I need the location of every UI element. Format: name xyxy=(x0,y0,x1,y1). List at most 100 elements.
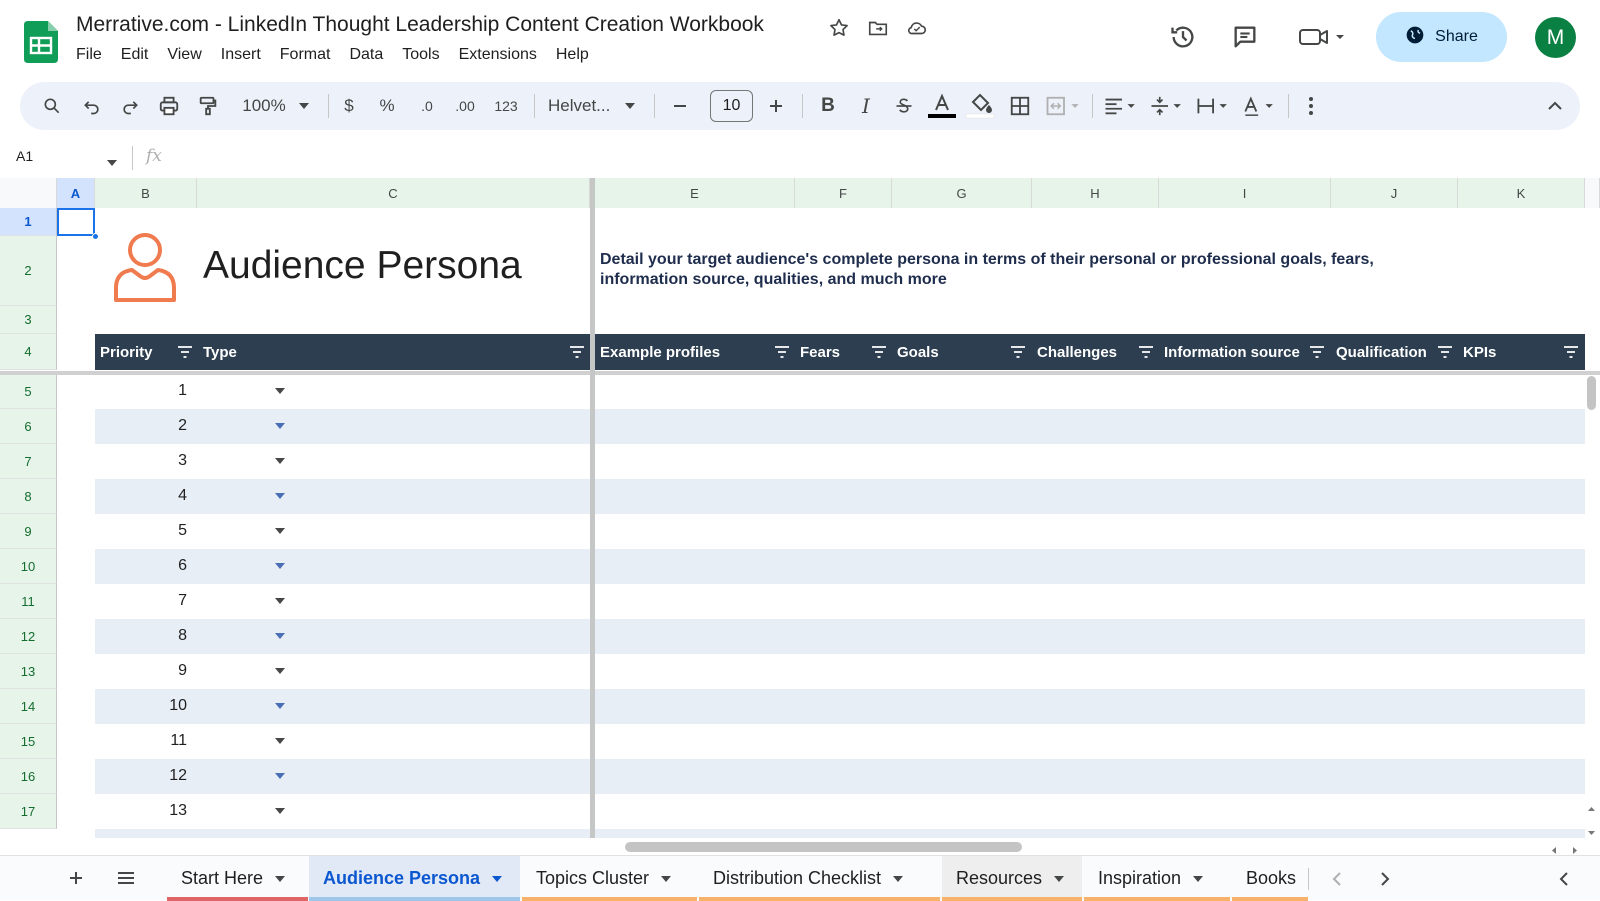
menu-help[interactable]: Help xyxy=(556,46,599,64)
dropdown-arrow-icon[interactable] xyxy=(275,493,285,499)
fill-handle[interactable] xyxy=(92,233,99,240)
document-title[interactable]: Merrative.com - LinkedIn Thought Leaders… xyxy=(76,13,764,37)
star-icon[interactable] xyxy=(826,15,852,41)
filter-icon[interactable] xyxy=(569,345,585,359)
horizontal-scrollbar[interactable] xyxy=(625,842,1022,852)
table-row[interactable]: 13 xyxy=(95,794,1585,829)
sheets-logo-icon[interactable] xyxy=(24,21,58,63)
table-row[interactable] xyxy=(95,829,1585,838)
row-header[interactable]: 7 xyxy=(0,444,57,479)
format-percent-button[interactable]: % xyxy=(372,82,402,130)
column-header-f[interactable]: F xyxy=(795,178,892,208)
filter-icon[interactable] xyxy=(1563,345,1579,359)
tab-start-here[interactable]: Start Here xyxy=(167,856,308,901)
row-header[interactable]: 1 xyxy=(0,208,57,236)
row-header[interactable]: 10 xyxy=(0,549,57,584)
formula-input[interactable] xyxy=(175,142,1575,174)
tab-menu-icon[interactable] xyxy=(492,875,503,882)
menu-extensions[interactable]: Extensions xyxy=(459,46,547,64)
row-header[interactable]: 13 xyxy=(0,654,57,689)
decrease-decimal-button[interactable]: .0 xyxy=(410,82,444,130)
borders-icon[interactable] xyxy=(1002,82,1038,130)
filter-icon[interactable] xyxy=(871,345,887,359)
menu-file[interactable]: File xyxy=(76,46,112,64)
dropdown-arrow-icon[interactable] xyxy=(275,423,285,429)
dropdown-arrow-icon[interactable] xyxy=(275,633,285,639)
collapse-side-panel-icon[interactable] xyxy=(1553,868,1575,890)
filter-icon[interactable] xyxy=(1138,345,1154,359)
decrease-font-size-icon[interactable] xyxy=(662,82,698,130)
dropdown-arrow-icon[interactable] xyxy=(275,563,285,569)
row-header[interactable]: 2 xyxy=(0,236,57,306)
text-wrapping-icon[interactable] xyxy=(1192,82,1236,130)
row-header[interactable]: 3 xyxy=(0,306,57,334)
name-box-dropdown-icon[interactable] xyxy=(106,154,118,172)
dropdown-arrow-icon[interactable] xyxy=(275,808,285,814)
filter-icon[interactable] xyxy=(774,345,790,359)
table-row[interactable]: 1 xyxy=(95,374,1585,409)
merge-cells-icon[interactable] xyxy=(1042,82,1086,130)
row-header[interactable]: 15 xyxy=(0,724,57,759)
bold-button[interactable]: B xyxy=(810,82,846,130)
row-header[interactable]: 12 xyxy=(0,619,57,654)
frozen-columns-divider[interactable] xyxy=(590,178,595,838)
row-header[interactable]: 14 xyxy=(0,689,57,724)
vertical-align-icon[interactable] xyxy=(1146,82,1190,130)
font-select[interactable]: Helvet... xyxy=(542,82,614,130)
share-button[interactable]: Share xyxy=(1376,12,1507,62)
move-folder-icon[interactable] xyxy=(865,15,891,41)
dropdown-arrow-icon[interactable] xyxy=(275,458,285,464)
search-menus-icon[interactable] xyxy=(34,82,70,130)
table-row[interactable]: 2 xyxy=(95,409,1585,444)
row-header[interactable]: 17 xyxy=(0,794,57,829)
dropdown-arrow-icon[interactable] xyxy=(275,703,285,709)
font-size-input[interactable]: 10 xyxy=(710,90,753,122)
meet-video-icon[interactable] xyxy=(1298,22,1348,52)
text-color-icon[interactable] xyxy=(924,82,960,130)
dropdown-arrow-icon[interactable] xyxy=(275,773,285,779)
vertical-scrollbar[interactable] xyxy=(1587,376,1596,410)
print-icon[interactable] xyxy=(151,82,187,130)
avatar[interactable]: M xyxy=(1535,17,1576,58)
dropdown-arrow-icon[interactable] xyxy=(275,668,285,674)
scroll-down-icon[interactable] xyxy=(1587,824,1596,842)
tab-inspiration[interactable]: Inspiration xyxy=(1084,856,1230,901)
format-currency-button[interactable]: $ xyxy=(334,82,364,130)
add-sheet-icon[interactable] xyxy=(62,866,90,890)
dropdown-arrow-icon[interactable] xyxy=(275,528,285,534)
table-row[interactable]: 12 xyxy=(95,759,1585,794)
column-header-k[interactable]: K xyxy=(1458,178,1585,208)
menu-data[interactable]: Data xyxy=(349,46,393,64)
font-dropdown-icon[interactable] xyxy=(620,82,640,130)
filter-icon[interactable] xyxy=(1437,345,1453,359)
zoom-select[interactable]: 100% xyxy=(234,82,294,130)
fill-color-icon[interactable] xyxy=(962,82,998,130)
table-row[interactable]: 10 xyxy=(95,689,1585,724)
row-header[interactable]: 11 xyxy=(0,584,57,619)
italic-button[interactable]: I xyxy=(848,82,884,130)
table-row[interactable]: 3 xyxy=(95,444,1585,479)
tab-distribution-checklist[interactable]: Distribution Checklist xyxy=(699,856,940,901)
strikethrough-icon[interactable] xyxy=(886,82,922,130)
row-header[interactable]: 9 xyxy=(0,514,57,549)
zoom-dropdown-icon[interactable] xyxy=(294,82,314,130)
tab-audience-persona[interactable]: Audience Persona xyxy=(309,856,520,901)
filter-icon[interactable] xyxy=(1010,345,1026,359)
table-row[interactable]: 9 xyxy=(95,654,1585,689)
dropdown-arrow-icon[interactable] xyxy=(275,388,285,394)
more-formats-button[interactable]: 123 xyxy=(488,82,524,130)
tab-menu-icon[interactable] xyxy=(275,875,286,882)
table-row[interactable]: 6 xyxy=(95,549,1585,584)
tab-resources[interactable]: Resources xyxy=(942,856,1082,901)
cloud-saved-icon[interactable] xyxy=(904,15,930,41)
column-header-c[interactable]: C xyxy=(197,178,590,208)
collapse-toolbar-icon[interactable] xyxy=(1540,82,1570,130)
comments-icon[interactable] xyxy=(1230,22,1260,52)
table-row[interactable]: 8 xyxy=(95,619,1585,654)
more-options-icon[interactable] xyxy=(1296,82,1326,130)
table-row[interactable]: 11 xyxy=(95,724,1585,759)
name-box[interactable]: A1 xyxy=(16,148,33,164)
column-header-i[interactable]: I xyxy=(1159,178,1331,208)
tab-menu-icon[interactable] xyxy=(661,875,672,882)
table-row[interactable]: 4 xyxy=(95,479,1585,514)
